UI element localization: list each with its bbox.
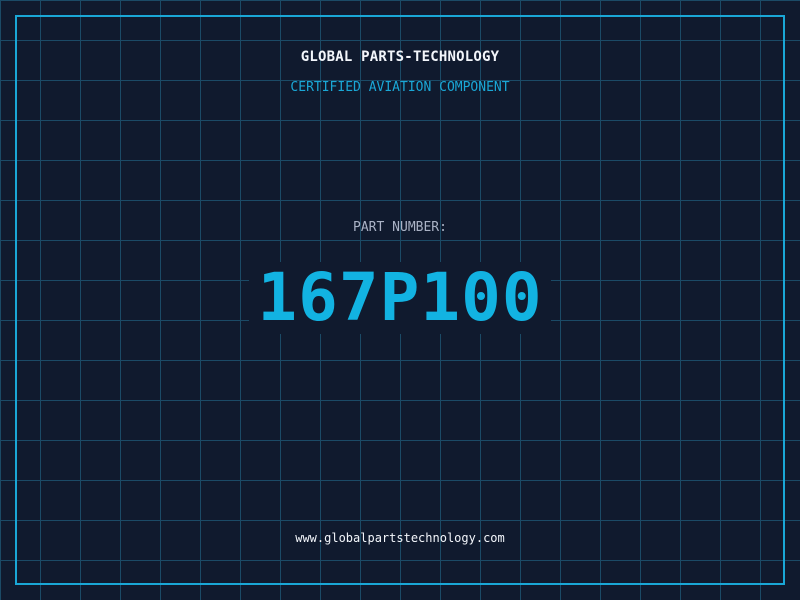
company-name: GLOBAL PARTS-TECHNOLOGY bbox=[300, 49, 500, 65]
label-canvas: GLOBAL PARTS-TECHNOLOGY CERTIFIED AVIATI… bbox=[0, 0, 800, 600]
part-number-container: 167P100 bbox=[0, 262, 800, 334]
part-number-value: 167P100 bbox=[249, 262, 551, 334]
website-url: www.globalpartstechnology.com bbox=[295, 531, 505, 545]
certification-subtitle: CERTIFIED AVIATION COMPONENT bbox=[290, 80, 510, 95]
part-number-label: PART NUMBER: bbox=[353, 220, 447, 235]
